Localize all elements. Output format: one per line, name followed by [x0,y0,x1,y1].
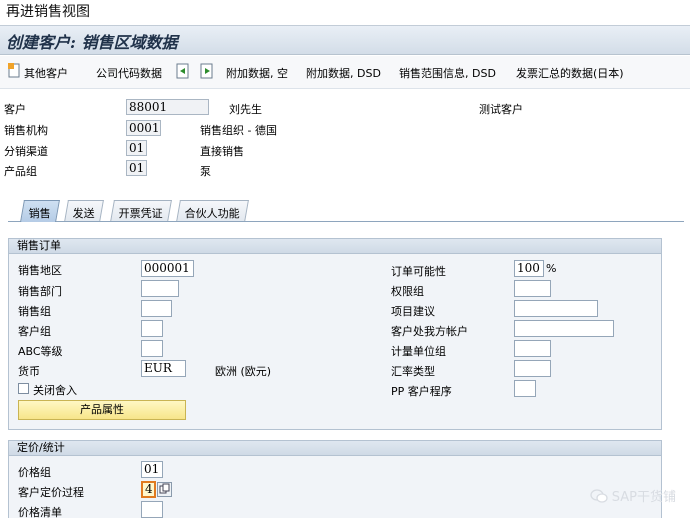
product-attributes-button[interactable]: 产品属性 [18,400,186,420]
authorization-group-input[interactable] [514,280,551,297]
sales-org-description: 销售组织 - 德国 [200,124,277,137]
tab-partner-functions[interactable]: 合伙人功能 [176,200,249,222]
distribution-channel-label: 分销渠道 [4,145,48,158]
watermark-text: SAP干货铺 [611,490,676,505]
pricing-statistics-group-title: 定价/统计 [9,441,661,456]
authorization-group-label: 权限组 [391,285,424,298]
company-code-data-button[interactable]: 公司代码数据 [96,65,162,81]
exchange-rate-type-label: 汇率类型 [391,365,435,378]
page-caption: 再进销售视图 [6,4,90,20]
division-description: 泵 [200,165,211,178]
additional-data-dsd-button[interactable]: 附加数据, DSD [306,65,381,81]
price-group-label: 价格组 [18,466,51,479]
customer-group-label: 客户组 [18,325,51,338]
screen-title: 创建客户: 销售区域数据 [6,33,178,52]
application-toolbar: 其他客户 公司代码数据 附加数据, 空 附加数据, DSD 销售范围信息, DS… [0,56,690,89]
tab-divider [8,221,684,222]
account-at-customer-input[interactable] [514,320,614,337]
order-probability-label: 订单可能性 [391,265,446,278]
sales-office-input[interactable] [141,280,179,297]
sales-org-field[interactable]: 0001 [126,120,161,136]
next-page-icon[interactable] [200,63,214,79]
item-proposal-input[interactable] [514,300,598,317]
sales-district-label: 销售地区 [18,264,62,277]
invoice-summary-button[interactable]: 发票汇总的数据(日本) [516,65,624,81]
price-group-input[interactable]: 01 [141,461,163,478]
tab-sales[interactable]: 销售 [20,200,60,222]
customer-name: 刘先生 [229,103,262,116]
abc-class-label: ABC等级 [18,345,63,358]
item-proposal-label: 项目建议 [391,305,435,318]
watermark: SAP干货铺 [589,486,676,505]
division-field[interactable]: 01 [126,160,147,176]
tab-partner-functions-label: 合伙人功能 [184,207,240,220]
sales-order-group-title: 销售订单 [9,239,661,254]
order-probability-input[interactable]: 100 [514,260,544,277]
pricing-statistics-group: 定价/统计 [8,440,662,518]
abc-class-input[interactable] [141,340,163,357]
distribution-channel-description: 直接销售 [200,145,244,158]
tab-shipping-label: 发送 [72,207,95,220]
close-rounding-checkbox[interactable] [18,383,29,394]
currency-input[interactable]: EUR [141,360,186,377]
tab-sales-label: 销售 [28,207,51,220]
currency-label: 货币 [18,365,40,378]
uom-group-input[interactable] [514,340,551,357]
tab-billing-label: 开票凭证 [118,207,163,220]
pp-customer-procedure-input[interactable] [514,380,536,397]
value-help-icon[interactable] [157,482,172,497]
uom-group-label: 计量单位组 [391,345,446,358]
sales-org-label: 销售机构 [4,124,48,137]
sales-group-label: 销售组 [18,305,51,318]
additional-data-empty-button[interactable]: 附加数据, 空 [226,65,288,81]
account-at-customer-label: 客户处我方帐户 [391,325,468,338]
sales-office-label: 销售部门 [18,285,62,298]
price-list-label: 价格清单 [18,506,62,518]
customer-description: 测试客户 [479,103,523,116]
tab-shipping[interactable]: 发送 [64,200,104,222]
customer-group-input[interactable] [141,320,163,337]
title-bar: 创建客户: 销售区域数据 [0,25,690,55]
close-rounding-label: 关闭舍入 [33,384,77,397]
other-customer-button[interactable]: 其他客户 [24,65,68,81]
tab-strip: 销售 发送 开票凭证 合伙人功能 [8,200,688,222]
division-label: 产品组 [4,165,37,178]
tab-billing[interactable]: 开票凭证 [110,200,172,222]
order-probability-unit: % [546,262,557,275]
customer-field[interactable]: 88001 [126,99,209,115]
pp-customer-procedure-label: PP 客户程序 [391,385,452,398]
previous-page-icon[interactable] [176,63,190,79]
sales-group-input[interactable] [141,300,172,317]
currency-description: 欧洲 (欧元) [215,365,272,378]
customer-label: 客户 [4,103,26,116]
sales-district-input[interactable]: 000001 [141,260,194,277]
distribution-channel-field[interactable]: 01 [126,140,147,156]
exchange-rate-type-input[interactable] [514,360,551,377]
customer-pricing-procedure-input[interactable]: 4 [141,481,156,498]
wechat-icon [589,489,612,505]
customer-pricing-procedure-label: 客户定价过程 [18,486,84,499]
sales-area-info-button[interactable]: 销售范围信息, DSD [399,65,496,81]
other-customer-icon [8,63,22,79]
price-list-input[interactable] [141,501,163,518]
